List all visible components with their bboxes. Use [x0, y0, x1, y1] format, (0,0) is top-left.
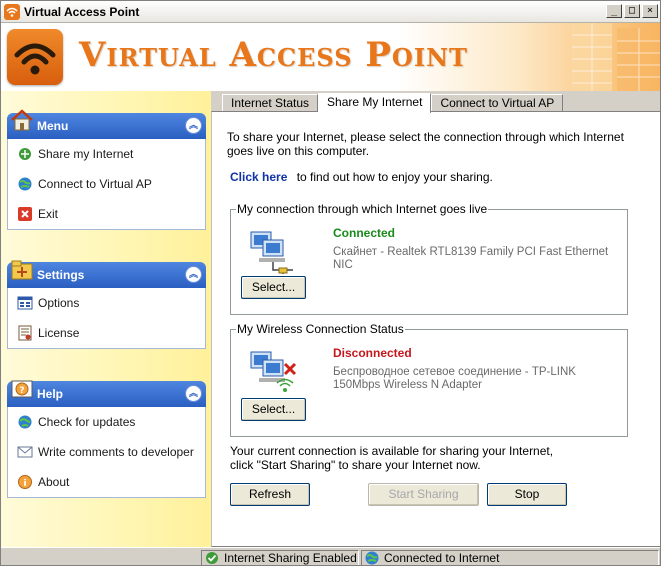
sidebar-item-label: Write comments to developer	[38, 445, 194, 459]
select-connection-button[interactable]: Select...	[241, 276, 306, 299]
sharing-enabled-icon	[204, 550, 220, 565]
sidebar-item-share-my-internet[interactable]: Share my Internet	[8, 139, 205, 169]
sharing-status-cell: Internet Sharing Enabled	[201, 550, 359, 565]
network-connection-icon	[250, 231, 293, 274]
menu-collapse-chevron-icon[interactable]: ︽	[185, 117, 202, 134]
sidebar-item-exit[interactable]: Exit	[8, 199, 205, 229]
menu-panel-header[interactable]: Menu ︽	[7, 109, 206, 139]
update-icon	[17, 414, 33, 430]
app-window: Virtual Access Point _ □ × Virtual Acces…	[0, 0, 661, 566]
menu-panel-title: Menu	[37, 119, 69, 133]
tab-connect-to-virtual-ap[interactable]: Connect to Virtual AP	[431, 94, 564, 112]
help-link-text: to find out how to enjoy your sharing.	[296, 170, 493, 184]
internet-globe-icon	[364, 550, 380, 565]
close-button[interactable]: ×	[642, 4, 658, 18]
window-controls: _ □ ×	[606, 4, 658, 18]
stop-button[interactable]: Stop	[487, 483, 567, 506]
exit-icon	[17, 206, 33, 222]
sharing-instruction-line-1: Your current connection is available for…	[230, 444, 554, 458]
sharing-instruction-text: Your current connection is available for…	[230, 444, 553, 472]
wifi-logo-icon	[7, 29, 63, 85]
sharing-status-text: Internet Sharing Enabled	[224, 551, 357, 565]
svg-text:i: i	[23, 479, 26, 489]
start-sharing-button[interactable]: Start Sharing	[368, 483, 479, 506]
help-collapse-chevron-icon[interactable]: ︽	[185, 385, 202, 402]
svg-text:?: ?	[19, 386, 24, 396]
wireless-disconnected-icon	[250, 351, 297, 392]
settings-collapse-chevron-icon[interactable]: ︽	[185, 266, 202, 283]
help-panel-header[interactable]: ? Help ︽	[7, 380, 206, 407]
window-title: Virtual Access Point	[24, 4, 140, 19]
sidebar-item-label: Check for updates	[38, 415, 136, 429]
options-icon	[17, 295, 33, 311]
sidebar-item-label: Exit	[38, 207, 59, 221]
wireless-connection-legend: My Wireless Connection Status	[237, 322, 404, 336]
sidebar-item-label: License	[38, 326, 80, 340]
sidebar-item-license[interactable]: License	[8, 318, 205, 348]
settings-panel-body: Options License	[7, 288, 206, 349]
banner-building-graphic	[572, 23, 660, 91]
home-icon	[11, 109, 33, 131]
sidebar-item-check-for-updates[interactable]: Check for updates	[8, 407, 205, 437]
connection-status-text: Connected to Internet	[384, 551, 500, 565]
maximize-button[interactable]: □	[624, 4, 640, 18]
share-internet-icon	[17, 146, 33, 162]
help-link-row: Click here to find out how to enjoy your…	[230, 170, 493, 184]
license-icon	[17, 325, 33, 341]
select-wireless-button[interactable]: Select...	[241, 398, 306, 421]
header-banner: Virtual Access Point	[1, 23, 660, 91]
sidebar: Menu ︽ Share my Internet Connect to Virt…	[1, 91, 211, 547]
sidebar-item-options[interactable]: Options	[8, 288, 205, 318]
sidebar-item-label: Share my Internet	[38, 147, 134, 161]
click-here-link[interactable]: Click here	[230, 170, 287, 184]
sidebar-item-label: Connect to Virtual AP	[38, 177, 152, 191]
connection-status-cell: Connected to Internet	[361, 550, 659, 565]
minimize-button[interactable]: _	[606, 4, 622, 18]
mail-icon	[17, 444, 33, 460]
tab-internet-status[interactable]: Internet Status	[222, 94, 319, 112]
app-wifi-icon	[4, 3, 20, 20]
intro-text: To share your Internet, please select th…	[227, 130, 624, 158]
sharing-instruction-line-2: click "Start Sharing" to share your Inte…	[230, 458, 481, 472]
help-panel-title: Help	[37, 387, 64, 401]
share-my-internet-panel: To share your Internet, please select th…	[211, 111, 660, 547]
menu-panel: Menu ︽ Share my Internet Connect to Virt…	[7, 109, 206, 230]
globe-icon	[17, 176, 33, 192]
sidebar-item-connect-to-virtual-ap[interactable]: Connect to Virtual AP	[8, 169, 205, 199]
wireless-adapter-description: Беспроводное сетевое соединение - TP-LIN…	[333, 366, 576, 391]
sidebar-item-write-comments[interactable]: Write comments to developer	[8, 437, 205, 467]
tab-bar: Internet Status Share My Internet Connec…	[222, 93, 564, 113]
sidebar-item-label: About	[38, 475, 70, 489]
app-brand-title: Virtual Access Point	[79, 35, 468, 75]
internet-connection-group: My connection through which Internet goe…	[230, 202, 628, 315]
tab-share-my-internet[interactable]: Share My Internet	[318, 93, 432, 113]
sidebar-item-label: Options	[38, 296, 80, 310]
menu-panel-body: Share my Internet Connect to Virtual AP …	[7, 139, 206, 230]
sidebar-item-about[interactable]: i About	[8, 467, 205, 497]
about-icon: i	[17, 474, 33, 490]
help-panel: ? Help ︽ Check for updates Write comment…	[7, 380, 206, 498]
refresh-button[interactable]: Refresh	[230, 483, 310, 506]
wireless-connection-group: My Wireless Connection Status Disconnect…	[230, 322, 628, 437]
settings-panel: Settings ︽ Options License	[7, 260, 206, 349]
settings-folder-icon	[11, 260, 33, 280]
internet-connection-legend: My connection through which Internet goe…	[237, 202, 488, 216]
wireless-status: Disconnected	[333, 346, 412, 360]
connection-status: Connected	[333, 226, 396, 240]
help-panel-body: Check for updates Write comments to deve…	[7, 407, 206, 498]
title-bar[interactable]: Virtual Access Point _ □ ×	[1, 1, 660, 23]
status-bar: Internet Sharing Enabled Connected to In…	[1, 547, 660, 565]
settings-panel-title: Settings	[37, 268, 85, 282]
help-book-icon: ?	[11, 380, 33, 398]
settings-panel-header[interactable]: Settings ︽	[7, 260, 206, 288]
connection-adapter-description: Скайнет - Realtek RTL8139 Family PCI Fas…	[333, 246, 609, 271]
